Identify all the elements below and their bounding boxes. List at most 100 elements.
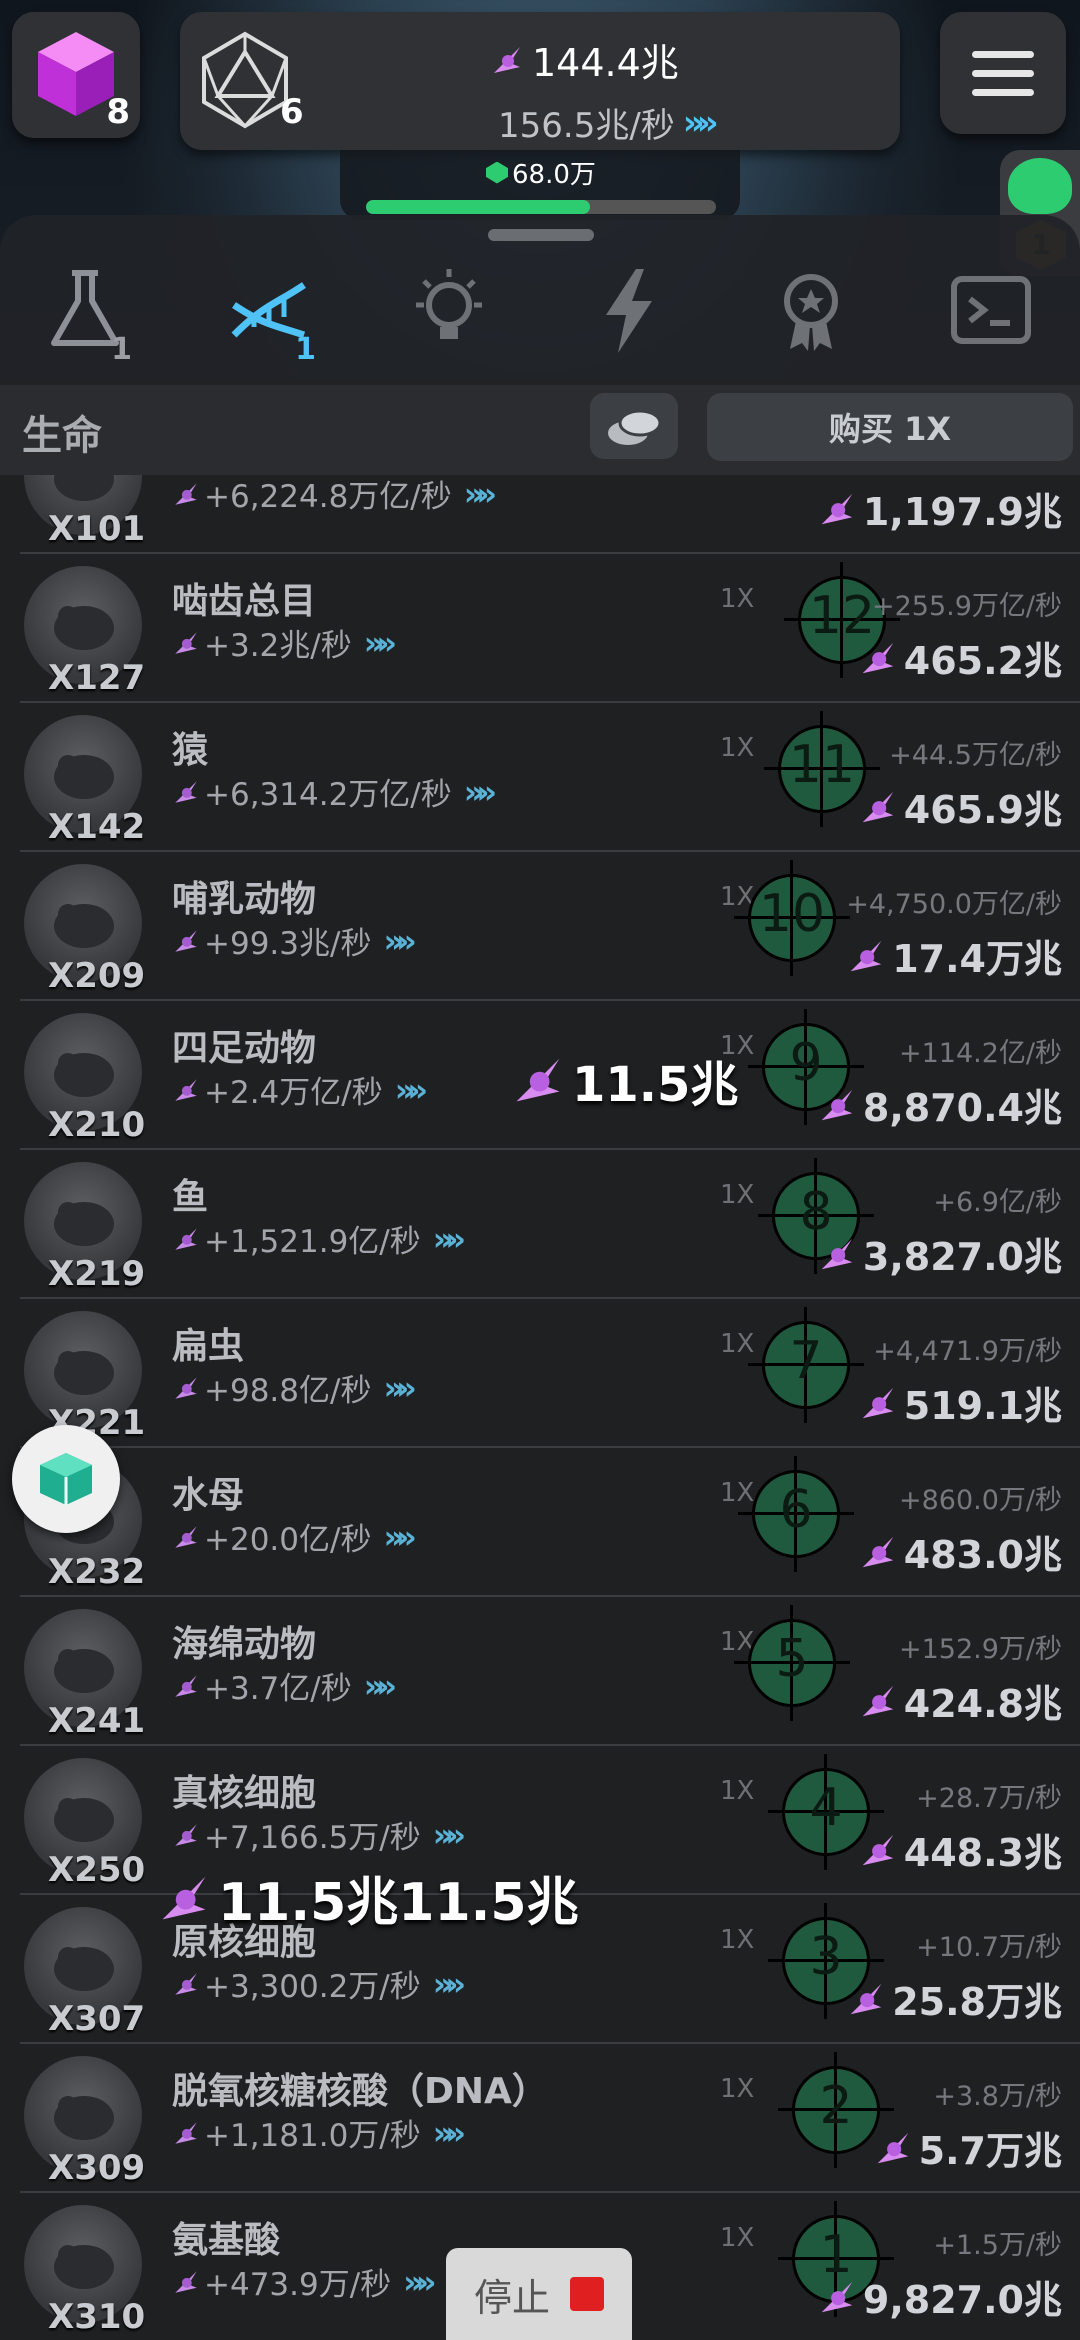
upgrade-rate: +2.4万亿/秒 »» bbox=[172, 1067, 428, 1112]
level-target[interactable]: 6 bbox=[738, 1456, 854, 1572]
tab-medal[interactable] bbox=[766, 265, 866, 375]
stop-icon bbox=[570, 2277, 604, 2311]
energy-shard-icon bbox=[850, 940, 882, 971]
upgrade-row[interactable]: X127 啮齿总目 +3.2兆/秒 »» 1X 12 +255.9万亿/秒 46… bbox=[20, 554, 1080, 703]
menu-button[interactable] bbox=[940, 12, 1066, 134]
energy-shard-icon bbox=[850, 1983, 882, 2014]
owned-multiplier: X210 bbox=[48, 1105, 146, 1145]
creature-silhouette-icon bbox=[54, 1649, 114, 1693]
reward-popup-value: 11.5兆 bbox=[572, 1057, 739, 1113]
level-target[interactable]: 5 bbox=[734, 1605, 850, 1721]
upgrade-price[interactable]: 1,197.9兆 bbox=[817, 481, 1062, 536]
upgrade-row[interactable]: X241 海绵动物 +3.7亿/秒 »» 1X 5 +152.9万/秒 424.… bbox=[20, 1597, 1080, 1746]
buy-multiplier-button[interactable]: 购买 1X bbox=[707, 393, 1073, 461]
upgrade-price[interactable]: 483.0兆 bbox=[858, 1524, 1062, 1579]
tab-terminal[interactable] bbox=[946, 265, 1046, 375]
lightning-icon bbox=[606, 269, 652, 353]
upgrade-rate: +7,166.5万/秒 »» bbox=[172, 1812, 466, 1857]
upgrade-price[interactable]: 25.8万兆 bbox=[846, 1971, 1062, 2026]
tab-dna[interactable]: 1 bbox=[224, 265, 324, 375]
double-chevron-icon: »» bbox=[363, 623, 397, 662]
upgrade-row[interactable]: X142 猿 +6,314.2万亿/秒 »» 1X 11 +44.5万亿/秒 4… bbox=[20, 703, 1080, 852]
upgrade-price[interactable]: 465.9兆 bbox=[858, 779, 1062, 834]
coin-stack-button[interactable] bbox=[590, 393, 678, 459]
creature-silhouette-icon bbox=[54, 606, 114, 650]
upgrade-price[interactable]: 448.3兆 bbox=[858, 1822, 1062, 1877]
creature-silhouette-icon bbox=[54, 755, 114, 799]
upgrade-price[interactable]: 17.4万兆 bbox=[846, 928, 1062, 983]
drag-handle[interactable] bbox=[488, 229, 594, 241]
reward-popup: 11.5兆11.5兆 bbox=[156, 1860, 579, 1935]
currency-rate: 156.5兆/秒 »» bbox=[498, 98, 719, 147]
upgrade-price[interactable]: 8,870.4兆 bbox=[817, 1077, 1062, 1132]
target-level: 5 bbox=[775, 1629, 809, 1689]
lightbulb-icon bbox=[416, 269, 482, 339]
upgrade-price-value: 465.9兆 bbox=[903, 788, 1062, 832]
reward-popup: 11.5兆 bbox=[510, 1045, 738, 1115]
owned-multiplier: X241 bbox=[48, 1701, 146, 1741]
upgrade-name: 氨基酸 bbox=[172, 2220, 281, 2261]
upgrade-price[interactable]: 3,827.0兆 bbox=[817, 1226, 1062, 1281]
upgrade-rate-value: +7,166.5万/秒 bbox=[204, 1820, 421, 1856]
tab-flask-count: 1 bbox=[111, 332, 132, 367]
upgrade-row[interactable]: X221 扁虫 +98.8亿/秒 »» 1X 7 +4,471.9万/秒 519… bbox=[20, 1299, 1080, 1448]
energy-shard-icon bbox=[175, 2121, 197, 2144]
energy-shard-icon bbox=[175, 1078, 197, 1101]
energy-shard-icon bbox=[175, 482, 197, 505]
upgrade-price[interactable]: 424.8兆 bbox=[858, 1673, 1062, 1728]
energy-shard-icon bbox=[862, 1834, 894, 1865]
upgrade-name: 扁虫 bbox=[172, 1326, 245, 1367]
level-target[interactable]: 7 bbox=[748, 1307, 864, 1423]
upgrade-price[interactable]: 9,827.0兆 bbox=[817, 2269, 1062, 2324]
upgrade-row[interactable]: X309 脱氧核糖核酸（DNA） +1,181.0万/秒 »» 1X 2 +3.… bbox=[20, 2044, 1080, 2193]
energy-shard-icon bbox=[862, 642, 894, 673]
hamburger-line bbox=[972, 50, 1034, 58]
upgrade-rate: +1,521.9亿/秒 »» bbox=[172, 1216, 466, 1261]
tab-lightbulb[interactable] bbox=[404, 265, 504, 375]
tab-flask[interactable]: 1 bbox=[40, 265, 140, 375]
life-upgrade-list[interactable]: X101 +6,224.8万亿/秒 »» 1,197.9兆 X127 啮齿总目 … bbox=[0, 475, 1080, 2340]
upgrade-row[interactable]: X209 哺乳动物 +99.3兆/秒 »» 1X 10 +4,750.0万亿/秒… bbox=[20, 852, 1080, 1001]
upgrade-price[interactable]: 519.1兆 bbox=[858, 1375, 1062, 1430]
onex-label: 1X bbox=[720, 1776, 755, 1806]
double-chevron-icon: »» bbox=[432, 1964, 466, 2003]
upgrade-row[interactable]: X101 +6,224.8万亿/秒 »» 1,197.9兆 bbox=[20, 475, 1080, 554]
upgrade-increment: +3.8万/秒 bbox=[933, 2081, 1062, 2112]
stop-button[interactable]: 停止 bbox=[446, 2248, 632, 2340]
upgrade-row[interactable]: X232 水母 +20.0亿/秒 »» 1X 6 +860.0万/秒 483.0… bbox=[20, 1448, 1080, 1597]
onex-label: 1X bbox=[720, 733, 755, 763]
upgrade-increment: +114.2亿/秒 bbox=[898, 1038, 1062, 1069]
tab-dna-count: 1 bbox=[295, 332, 316, 367]
hamburger-line bbox=[972, 69, 1034, 77]
upgrade-row[interactable]: X219 鱼 +1,521.9亿/秒 »» 1X 8 +6.9亿/秒 3,827… bbox=[20, 1150, 1080, 1299]
double-chevron-icon: »» bbox=[363, 1666, 397, 1705]
double-chevron-icon: »» bbox=[463, 772, 497, 811]
upgrade-rate-value: +6,224.8万亿/秒 bbox=[204, 479, 452, 515]
level-target[interactable]: 10 bbox=[734, 860, 850, 976]
energy-shard-icon bbox=[175, 1972, 197, 1995]
upgrade-price-value: 17.4万兆 bbox=[892, 937, 1062, 981]
double-chevron-icon: »» bbox=[463, 475, 497, 513]
upgrade-name: 真核细胞 bbox=[172, 1773, 317, 1814]
tab-lightning[interactable] bbox=[584, 265, 684, 375]
upgrade-price-value: 9,827.0兆 bbox=[862, 2278, 1062, 2322]
xp-progress-bar bbox=[366, 200, 716, 214]
upgrade-price[interactable]: 465.2兆 bbox=[858, 630, 1062, 685]
floating-cube-button[interactable] bbox=[12, 1425, 120, 1533]
double-chevron-icon: »» bbox=[432, 1815, 466, 1854]
currency-panel[interactable]: 6 144.4兆 156.5兆/秒 »» bbox=[180, 12, 900, 150]
energy-shard-icon bbox=[175, 1227, 197, 1250]
energy-shard-icon bbox=[494, 46, 520, 73]
onex-label: 1X bbox=[720, 584, 755, 614]
double-chevron-icon: »» bbox=[383, 1517, 416, 1556]
owned-multiplier: X219 bbox=[48, 1254, 146, 1294]
onex-label: 1X bbox=[720, 2074, 755, 2104]
creature-silhouette-icon bbox=[54, 904, 114, 948]
upgrade-price[interactable]: 5.7万兆 bbox=[873, 2120, 1062, 2175]
energy-shard-icon bbox=[175, 780, 197, 803]
upgrade-name: 哺乳动物 bbox=[172, 879, 317, 920]
upgrade-increment: +1.5万/秒 bbox=[933, 2230, 1062, 2261]
creature-silhouette-icon bbox=[54, 1351, 114, 1395]
owned-multiplier: X127 bbox=[48, 658, 146, 698]
cube-resource-button[interactable]: 8 bbox=[12, 12, 140, 138]
